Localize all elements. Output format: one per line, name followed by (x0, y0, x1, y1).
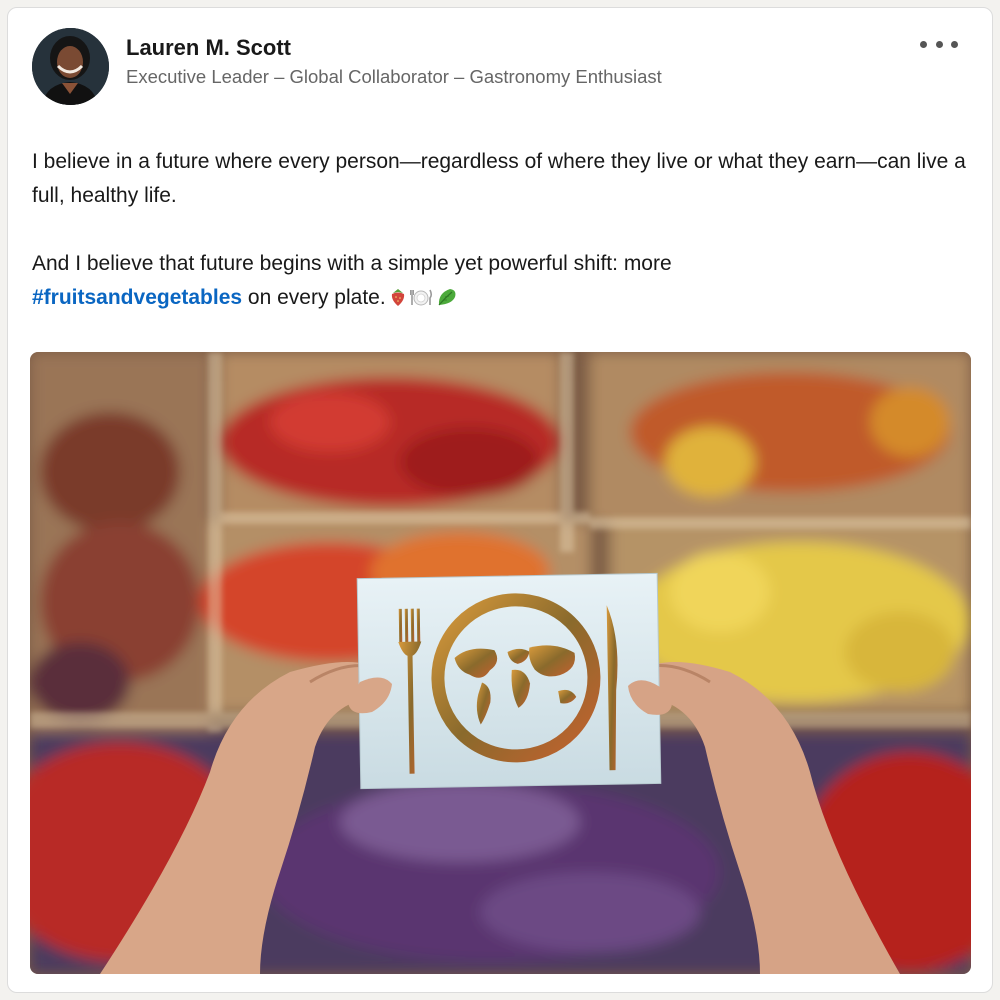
plate-cutlery-icon (409, 289, 432, 306)
more-options-dot (935, 40, 943, 48)
author-name[interactable]: Lauren M. Scott (126, 35, 291, 61)
author-avatar[interactable] (32, 28, 109, 105)
post-paragraph: And I believe that future begins with a … (32, 247, 977, 315)
post-paragraph: I believe in a future where every person… (32, 150, 966, 207)
produce-market-photo (30, 352, 971, 974)
post-text-segment: on every plate. (242, 286, 386, 309)
post-text-segment: And I believe that future begins with a … (32, 252, 672, 275)
post-body: I believe in a future where every person… (32, 145, 977, 315)
emoji-group (390, 287, 458, 307)
post-image[interactable] (30, 352, 971, 974)
post-card: Lauren M. Scott Executive Leader – Globa… (7, 7, 993, 993)
more-options-dot (951, 40, 958, 48)
more-options-button[interactable] (916, 32, 962, 56)
more-options-icon (920, 40, 927, 48)
leafy-greens-icon (438, 289, 456, 306)
author-headline: Executive Leader – Global Collaborator –… (126, 66, 662, 87)
hashtag-link[interactable]: #fruitsandvegetables (32, 286, 242, 309)
avatar-portrait (32, 28, 109, 105)
strawberry-icon (391, 289, 404, 306)
